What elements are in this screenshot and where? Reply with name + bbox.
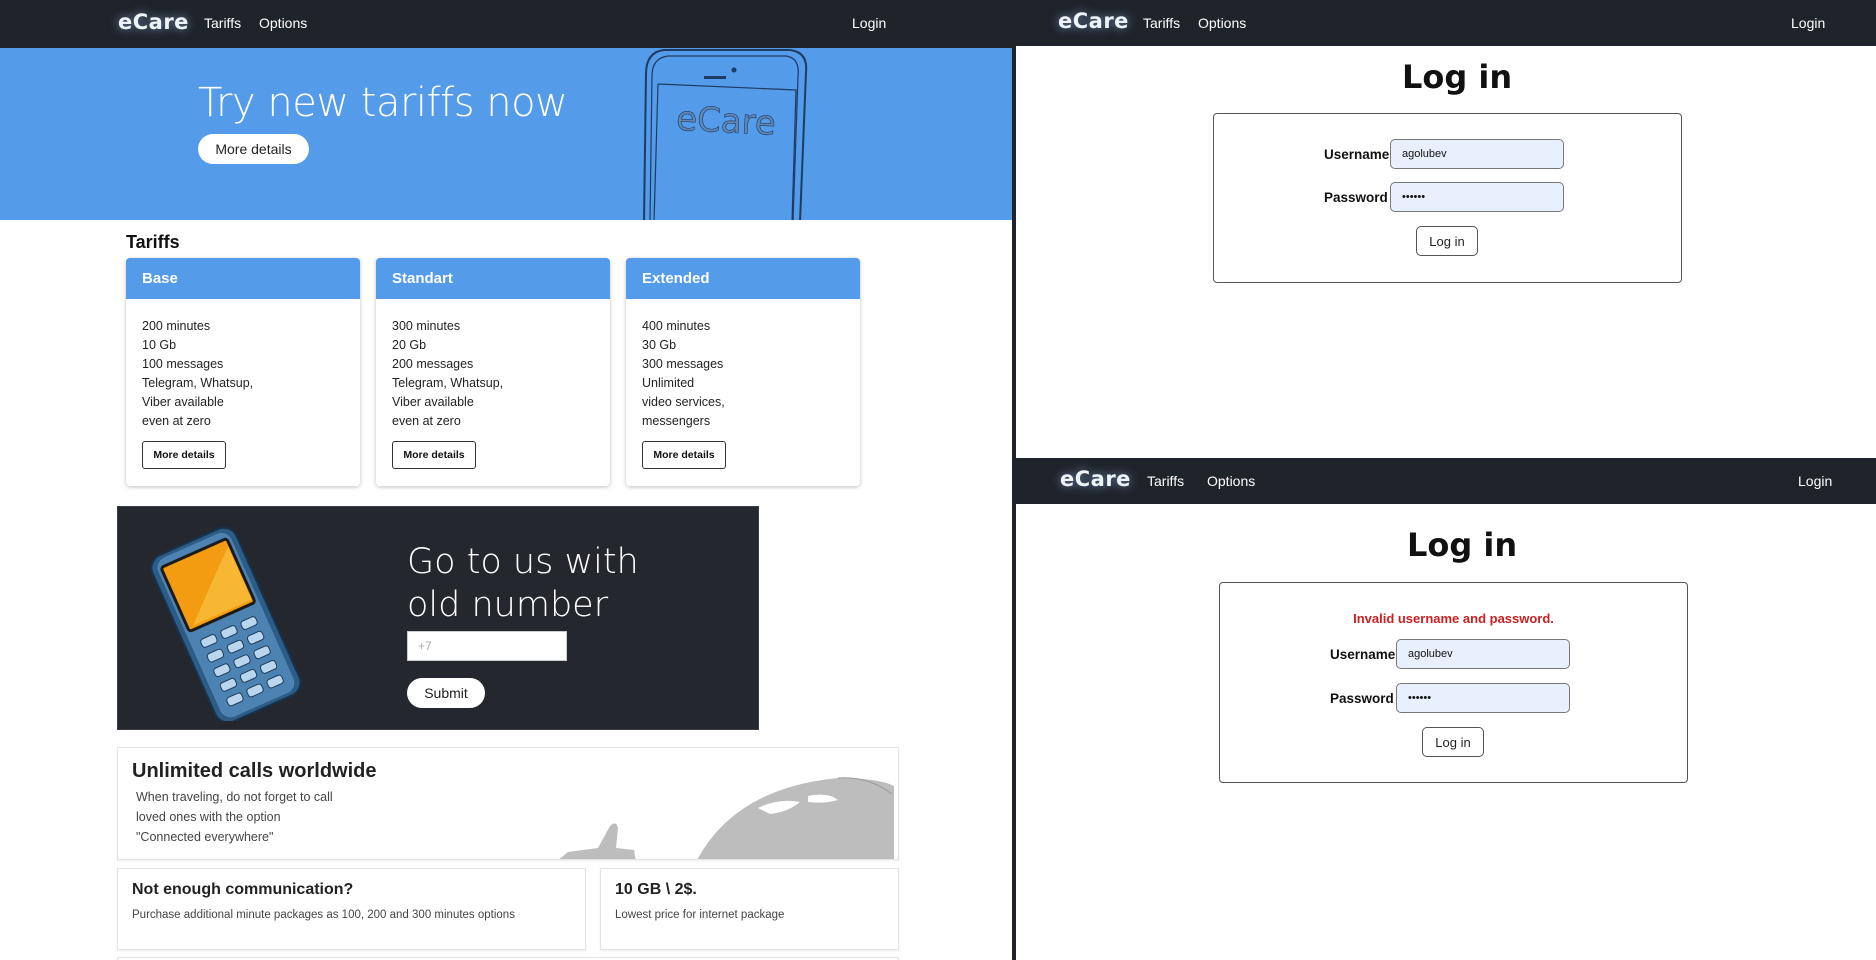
card-description: Purchase additional minute packages as 1… bbox=[132, 909, 515, 921]
username-input[interactable] bbox=[1390, 139, 1564, 169]
card-description-line: loved ones with the option bbox=[136, 810, 281, 824]
card-title: Unlimited calls worldwide bbox=[132, 760, 377, 782]
nav-link-tariffs[interactable]: Tariffs bbox=[204, 15, 241, 31]
username-label: Username bbox=[1330, 646, 1396, 662]
nav-link-login[interactable]: Login bbox=[852, 15, 886, 31]
tariff-card-features: 400 minutes 30 Gb 300 messages Unlimited… bbox=[626, 299, 860, 431]
card-title: 10 GB \ 2$. bbox=[615, 881, 697, 898]
number-transfer-banner: Go to us with old number Submit bbox=[117, 506, 759, 730]
brand-logo[interactable]: eCare bbox=[118, 10, 189, 34]
tariff-card-title: Extended bbox=[626, 258, 860, 299]
hero-more-details-button[interactable]: More details bbox=[198, 134, 309, 164]
globe-airplane-illustration bbox=[559, 777, 894, 859]
extra-minutes-card: Not enough communication? Purchase addit… bbox=[117, 868, 586, 950]
tariff-feature: even at zero bbox=[142, 414, 211, 428]
phone-screen-logo: eCare bbox=[675, 99, 777, 144]
tariff-feature: Viber available bbox=[392, 395, 474, 409]
card-description: When traveling, do not forget to call lo… bbox=[136, 787, 333, 847]
nav-link-login[interactable]: Login bbox=[1791, 15, 1825, 31]
tariff-feature: even at zero bbox=[392, 414, 461, 428]
top-navbar: eCare Tariffs Options Login bbox=[0, 0, 1012, 48]
tariff-feature: 400 minutes bbox=[642, 319, 711, 333]
username-input[interactable] bbox=[1396, 639, 1570, 669]
tariff-feature: 200 messages bbox=[392, 357, 474, 371]
password-row: Password bbox=[1324, 182, 1564, 212]
tariff-card-features: 300 minutes 20 Gb 200 messages Telegram,… bbox=[376, 299, 610, 431]
login-title: Log in bbox=[1402, 58, 1513, 96]
password-input[interactable] bbox=[1390, 182, 1564, 212]
top-navbar: eCare Tariffs Options Login bbox=[1016, 458, 1876, 504]
tariff-card-standart: Standart 300 minutes 20 Gb 200 messages … bbox=[376, 258, 610, 486]
tariff-feature: messengers bbox=[642, 414, 711, 428]
login-form: Username Password Log in bbox=[1213, 113, 1682, 283]
tariff-card-title: Base bbox=[126, 258, 360, 299]
smartphone-sketch-icon: eCare bbox=[643, 49, 808, 220]
phone-number-input[interactable] bbox=[407, 631, 567, 661]
card-title: Not enough communication? bbox=[132, 881, 354, 898]
submit-button[interactable]: Submit bbox=[407, 678, 485, 708]
nav-link-tariffs[interactable]: Tariffs bbox=[1143, 15, 1180, 31]
login-form: Invalid username and password. Username … bbox=[1219, 582, 1688, 783]
nav-link-options[interactable]: Options bbox=[259, 15, 307, 31]
tariff-card-title: Standart bbox=[376, 258, 610, 299]
username-row: Username bbox=[1324, 139, 1564, 169]
mobile-phone-icon bbox=[150, 526, 302, 721]
login-title: Log in bbox=[1407, 526, 1518, 564]
hero-banner: Try new tariffs now More details eCare bbox=[0, 48, 1012, 220]
card-description-line: When traveling, do not forget to call bbox=[136, 790, 333, 804]
login-button[interactable]: Log in bbox=[1422, 727, 1484, 757]
top-navbar: eCare Tariffs Options Login bbox=[1016, 0, 1876, 46]
tariff-feature: 200 minutes bbox=[142, 319, 211, 333]
nav-link-login[interactable]: Login bbox=[1798, 473, 1832, 489]
tariff-feature: Telegram, Whatsup, bbox=[392, 376, 504, 390]
password-input[interactable] bbox=[1396, 683, 1570, 713]
unlimited-calls-card: Unlimited calls worldwide When traveling… bbox=[117, 747, 899, 860]
tariff-more-details-button[interactable]: More details bbox=[142, 441, 226, 469]
tariff-feature: 20 Gb bbox=[392, 338, 427, 352]
tariff-card-extended: Extended 400 minutes 30 Gb 300 messages … bbox=[626, 258, 860, 486]
tariff-card-base: Base 200 minutes 10 Gb 100 messages Tele… bbox=[126, 258, 360, 486]
tariff-feature: Unlimited bbox=[642, 376, 695, 390]
promo-title: Go to us with old number bbox=[407, 541, 639, 627]
tariff-more-details-button[interactable]: More details bbox=[642, 441, 726, 469]
login-error-page-pane: eCare Tariffs Options Login Log in Inval… bbox=[1016, 458, 1876, 960]
tariffs-section-title: Tariffs bbox=[126, 232, 180, 252]
tariff-feature: 30 Gb bbox=[642, 338, 677, 352]
internet-package-card: 10 GB \ 2$. Lowest price for internet pa… bbox=[600, 868, 899, 950]
nav-link-tariffs[interactable]: Tariffs bbox=[1147, 473, 1184, 489]
password-row: Password bbox=[1330, 683, 1570, 713]
tariff-feature: video services, bbox=[642, 395, 725, 409]
login-error-message: Invalid username and password. bbox=[1353, 611, 1554, 626]
nav-link-options[interactable]: Options bbox=[1198, 15, 1246, 31]
password-label: Password bbox=[1324, 189, 1388, 205]
promo-title-line: old number bbox=[407, 585, 609, 625]
tariff-feature: Telegram, Whatsup, bbox=[142, 376, 254, 390]
password-label: Password bbox=[1330, 690, 1394, 706]
login-page-pane: eCare Tariffs Options Login Log in Usern… bbox=[1016, 0, 1876, 458]
brand-logo[interactable]: eCare bbox=[1058, 9, 1129, 33]
tariff-feature: 100 messages bbox=[142, 357, 224, 371]
tariff-more-details-button[interactable]: More details bbox=[392, 441, 476, 469]
card-description: Lowest price for internet package bbox=[615, 909, 785, 921]
tariff-feature: 300 minutes bbox=[392, 319, 461, 333]
promo-title-line: Go to us with bbox=[407, 542, 639, 582]
nav-link-options[interactable]: Options bbox=[1207, 473, 1255, 489]
brand-logo[interactable]: eCare bbox=[1060, 467, 1131, 491]
tariff-feature: Viber available bbox=[142, 395, 224, 409]
tariff-feature: 300 messages bbox=[642, 357, 724, 371]
username-row: Username bbox=[1330, 639, 1570, 669]
tariff-card-features: 200 minutes 10 Gb 100 messages Telegram,… bbox=[126, 299, 360, 431]
login-button[interactable]: Log in bbox=[1416, 226, 1478, 256]
hero-title: Try new tariffs now bbox=[198, 80, 568, 126]
home-page-pane: eCare Tariffs Options Login Try new tari… bbox=[0, 0, 1012, 960]
card-description-line: "Connected everywhere" bbox=[136, 830, 274, 844]
tariff-feature: 10 Gb bbox=[142, 338, 177, 352]
username-label: Username bbox=[1324, 146, 1390, 162]
